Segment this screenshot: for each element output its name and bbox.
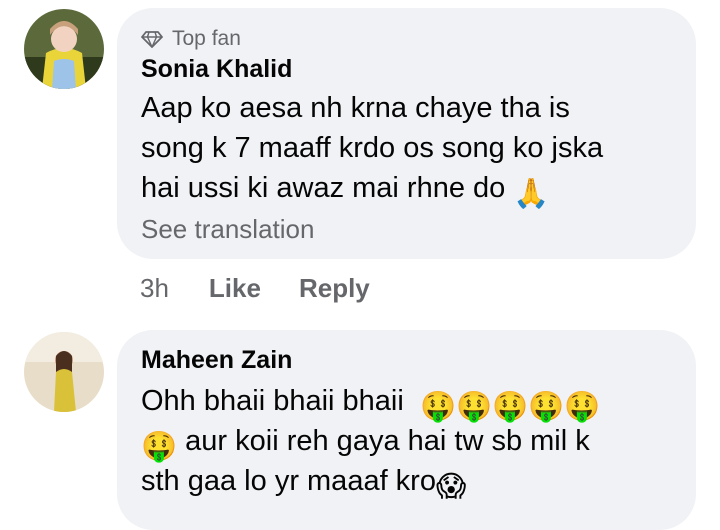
diamond-icon <box>141 31 163 48</box>
like-button[interactable]: Like <box>209 273 261 304</box>
screaming-face-emoji: 😱 <box>435 471 467 503</box>
comment-timestamp[interactable]: 3h <box>140 273 169 304</box>
comment-line: song k 7 maaff krdo os song ko jska <box>141 132 604 164</box>
comment-line: Ohh bhaii bhaii bhaii 🤑🤑🤑🤑🤑 <box>141 381 681 423</box>
comment-line-text: aur koii reh gaya hai tw sb mil k <box>185 425 590 457</box>
comment-actions: 3h Like Reply <box>140 273 408 304</box>
comment-line: 🤑 aur koii reh gaya hai tw sb mil k <box>141 421 681 463</box>
comment-text: Aap ko aesa nh krna chaye tha is song k … <box>141 88 681 210</box>
comment-line: hai ussi ki awaz mai rhne do 🙏 <box>141 168 681 210</box>
see-translation-link[interactable]: See translation <box>141 214 314 245</box>
avatar[interactable] <box>24 9 104 89</box>
avatar[interactable] <box>24 332 104 412</box>
badge-label: Top fan <box>172 27 241 50</box>
reply-button[interactable]: Reply <box>299 273 370 304</box>
comment-bubble: Maheen Zain Ohh bhaii bhaii bhaii 🤑🤑🤑🤑🤑 … <box>117 330 696 530</box>
comment-bubble: Top fan Sonia Khalid Aap ko aesa nh krna… <box>117 8 696 259</box>
comment-line-text: Ohh bhaii bhaii bhaii <box>141 385 404 417</box>
comment-line-text: sth gaa lo yr maaaf kro <box>141 465 436 497</box>
comment-line-text: hai ussi ki awaz mai rhne do <box>141 172 506 204</box>
comment-author[interactable]: Maheen Zain <box>141 346 292 375</box>
comment-text: Ohh bhaii bhaii bhaii 🤑🤑🤑🤑🤑 🤑 aur koii r… <box>141 381 681 503</box>
comment-line: sth gaa lo yr maaaf kro😱 <box>141 461 681 503</box>
comment-line: Aap ko aesa nh krna chaye tha is <box>141 92 570 124</box>
folded-hands-emoji: 🙏 <box>513 178 550 210</box>
comment-author[interactable]: Sonia Khalid <box>141 55 292 84</box>
top-fan-badge: Top fan <box>141 27 241 51</box>
